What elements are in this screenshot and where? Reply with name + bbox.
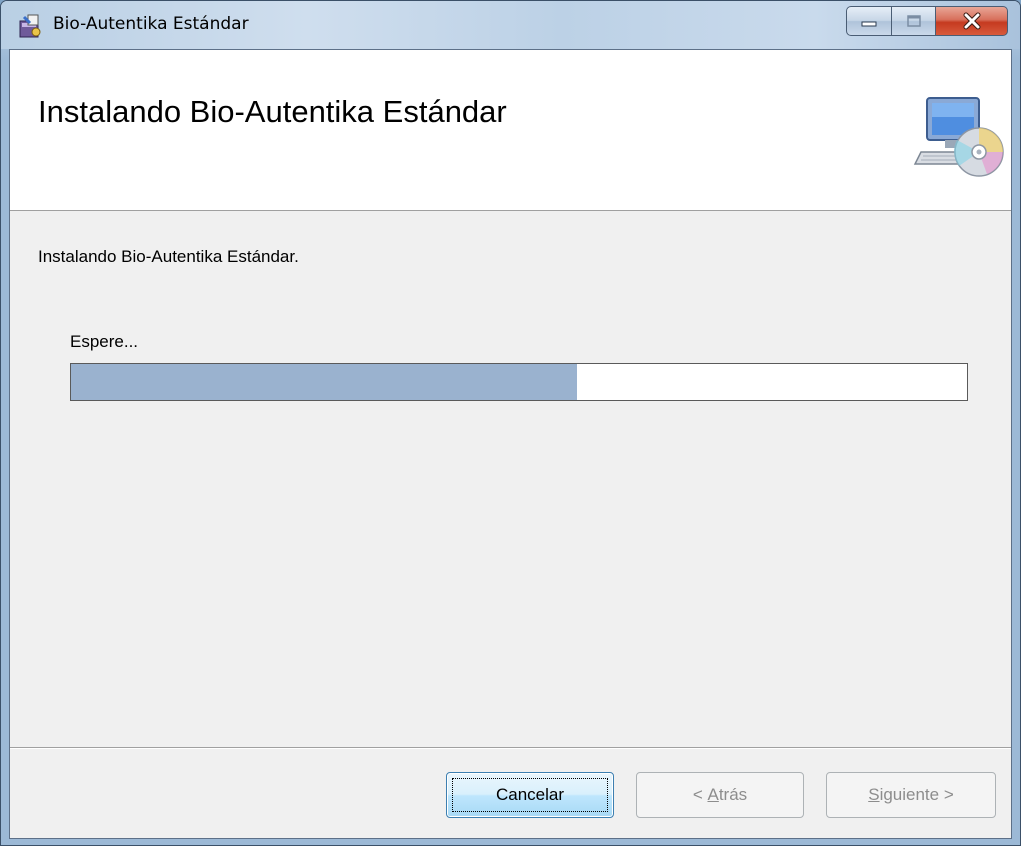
back-button-label: trás	[718, 785, 748, 804]
computer-disc-icon	[913, 97, 1004, 177]
next-button-label: iguiente >	[879, 785, 954, 804]
minimize-icon	[861, 21, 877, 27]
dialog-client-area: Instalando Bio-Autentika Estándar Instal…	[9, 49, 1012, 839]
status-text: Instalando Bio-Autentika Estándar.	[38, 247, 299, 266]
caption-buttons	[846, 6, 1008, 36]
maximize-button[interactable]	[892, 6, 936, 36]
window-title: Bio-Autentika Estándar	[53, 14, 249, 34]
close-icon	[963, 12, 980, 30]
footer-divider	[10, 747, 1011, 749]
next-button-accelerator: S	[868, 785, 880, 804]
banner-title: Instalando Bio-Autentika Estándar	[38, 94, 507, 129]
focus-rectangle	[452, 778, 608, 812]
installer-window: Bio-Autentika Estándar Instalando Bio-Au…	[0, 0, 1021, 846]
next-button[interactable]: Siguiente >	[826, 772, 996, 818]
installer-package-icon	[19, 14, 41, 38]
maximize-icon	[906, 15, 921, 27]
back-button[interactable]: < Atrás	[636, 772, 804, 818]
progress-fill	[71, 364, 577, 400]
close-button[interactable]	[936, 6, 1008, 36]
progress-label: Espere...	[70, 332, 139, 351]
title-bar[interactable]: Bio-Autentika Estándar	[1, 1, 1020, 49]
header-banner: Instalando Bio-Autentika Estándar	[10, 50, 1011, 211]
cancel-button[interactable]: Cancelar	[446, 772, 614, 818]
progress-bar	[70, 363, 968, 401]
back-button-prefix: <	[692, 785, 708, 804]
minimize-button[interactable]	[846, 6, 892, 36]
back-button-accelerator: A	[707, 785, 719, 804]
